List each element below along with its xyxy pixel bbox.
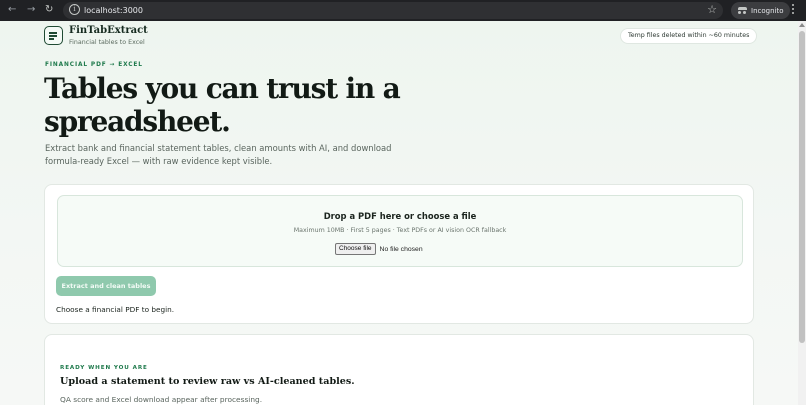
forward-arrow-icon[interactable]: → xyxy=(27,3,35,17)
dropzone-hint: Maximum 10MB · First 5 pages · Text PDFs… xyxy=(293,227,507,234)
results-eyebrow: READY WHEN YOU ARE xyxy=(60,365,148,371)
browser-toolbar: ← → ↻ i localhost:3000 ☆ Incognito xyxy=(0,0,806,21)
incognito-icon xyxy=(738,7,747,14)
address-bar[interactable]: i localhost:3000 ☆ xyxy=(63,2,723,19)
site-info-icon[interactable]: i xyxy=(69,4,80,15)
page-scrollbar[interactable] xyxy=(798,21,806,405)
page-title: Tables you can trust in a spreadsheet. xyxy=(44,72,401,138)
page-content: FinTabExtract Financial tables to Excel … xyxy=(0,21,798,405)
reload-icon[interactable]: ↻ xyxy=(45,3,53,17)
file-input[interactable]: Choose file No file chosen xyxy=(335,243,423,255)
brand-name[interactable]: FinTabExtract xyxy=(69,25,148,36)
app-logo-icon[interactable] xyxy=(44,26,63,45)
hero-eyebrow: FINANCIAL PDF → EXCEL xyxy=(45,62,143,68)
results-card: READY WHEN YOU ARE Upload a statement to… xyxy=(44,334,754,405)
hero-subtitle: Extract bank and financial statement tab… xyxy=(45,143,392,166)
back-arrow-icon[interactable]: ← xyxy=(8,3,16,17)
pdf-dropzone[interactable]: Drop a PDF here or choose a file Maximum… xyxy=(57,195,743,267)
incognito-label: Incognito xyxy=(751,6,784,15)
url-text[interactable]: localhost:3000 xyxy=(84,4,143,17)
incognito-indicator[interactable]: Incognito xyxy=(731,2,791,19)
upload-card: Drop a PDF here or choose a file Maximum… xyxy=(44,184,754,324)
temp-files-badge: Temp files deleted within ~60 minutes xyxy=(620,28,758,44)
file-status-text: No file chosen xyxy=(379,245,423,253)
bookmark-star-icon[interactable]: ☆ xyxy=(707,3,717,17)
extract-button[interactable]: Extract and clean tables xyxy=(56,276,156,296)
upload-status-text: Choose a financial PDF to begin. xyxy=(56,305,175,314)
brand-tagline: Financial tables to Excel xyxy=(69,39,145,46)
results-title: Upload a statement to review raw vs AI-c… xyxy=(60,376,355,387)
scroll-up-icon[interactable] xyxy=(799,23,805,27)
dropzone-title: Drop a PDF here or choose a file xyxy=(323,211,477,221)
menu-kebab-icon[interactable] xyxy=(792,4,795,17)
scrollbar-thumb[interactable] xyxy=(799,31,805,343)
results-subtitle: QA score and Excel download appear after… xyxy=(60,395,263,404)
choose-file-button[interactable]: Choose file xyxy=(335,243,376,255)
